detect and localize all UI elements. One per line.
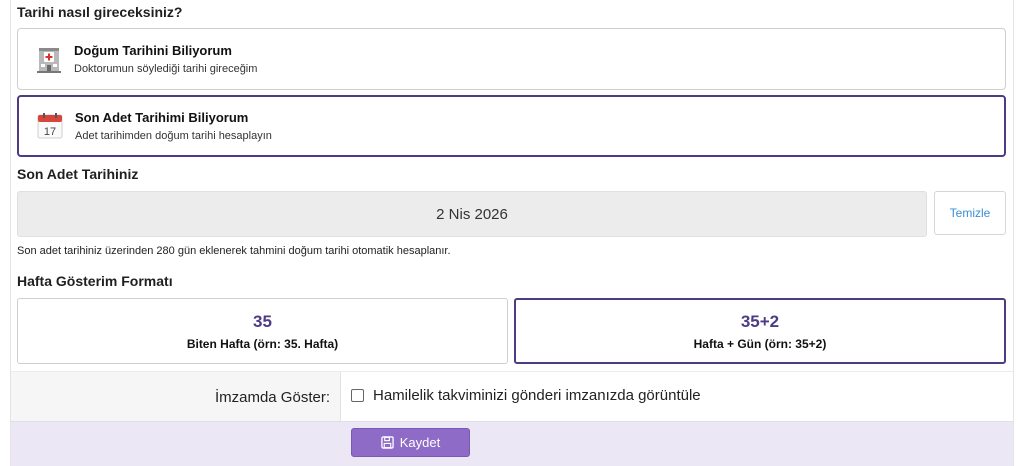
- save-button-label: Kaydet: [399, 435, 441, 450]
- format-label: Biten Hafta (örn: 35. Hafta): [186, 336, 339, 351]
- lmp-hint: Son adet tarihiniz üzerinden 280 gün ekl…: [17, 245, 451, 257]
- signature-row: İmzamda Göster: Hamilelik takviminizi gö…: [11, 371, 1013, 422]
- calendar-icon: 17: [37, 113, 63, 139]
- format-value: 35+2: [740, 311, 780, 331]
- lmp-title: Son Adet Tarihiniz: [17, 166, 139, 182]
- week-format-title: Hafta Gösterim Formatı: [17, 273, 173, 289]
- format-label: Hafta + Gün (örn: 35+2): [693, 336, 827, 351]
- option-title: Doğum Tarihini Biliyorum: [74, 43, 232, 58]
- lmp-date-field[interactable]: 2 Nis 2026: [17, 191, 927, 237]
- option-subtitle: Adet tarihimden doğum tarihi hesaplayın: [75, 130, 272, 142]
- hospital-icon: [37, 48, 61, 73]
- option-birth-date[interactable]: Doğum Tarihini Biliyorum Doktorumun söyl…: [17, 28, 1006, 90]
- format-option-week-plus-day[interactable]: 35+2 Hafta + Gün (örn: 35+2): [514, 298, 1006, 364]
- signature-checkbox[interactable]: [351, 389, 364, 402]
- calendar-day-text: 17: [44, 126, 56, 138]
- form-footer: Kaydet: [11, 421, 1013, 466]
- option-subtitle: Doktorumun söylediği tarihi gireceğim: [74, 63, 258, 75]
- signature-label: İmzamda Göster:: [11, 372, 341, 422]
- format-option-completed-week[interactable]: 35 Biten Hafta (örn: 35. Hafta): [17, 298, 508, 364]
- option-last-period[interactable]: 17 Son Adet Tarihimi Biliyorum Adet tari…: [17, 95, 1006, 157]
- format-value: 35: [253, 311, 272, 331]
- floppy-disk-icon: [381, 436, 394, 449]
- signature-checkbox-label[interactable]: Hamilelik takviminizi gönderi imzanızda …: [373, 387, 701, 404]
- save-button[interactable]: Kaydet: [351, 428, 470, 457]
- clear-button[interactable]: Temizle: [934, 191, 1006, 235]
- date-method-title: Tarihi nasıl gireceksiniz?: [17, 4, 183, 20]
- lmp-date-value: 2 Nis 2026: [436, 205, 508, 223]
- option-title: Son Adet Tarihimi Biliyorum: [75, 110, 249, 125]
